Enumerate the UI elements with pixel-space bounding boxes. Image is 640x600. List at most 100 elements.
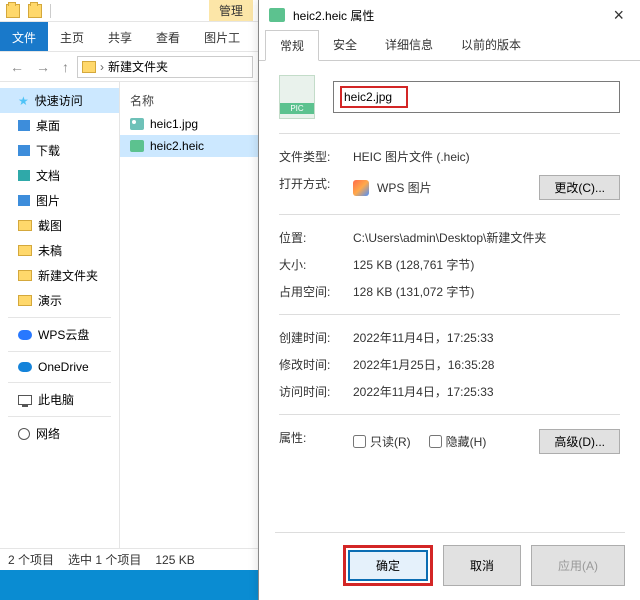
dialog-buttons: 确定 取消 应用(A)	[275, 532, 625, 586]
separator	[279, 214, 620, 215]
close-icon[interactable]: ×	[607, 5, 630, 26]
apply-button[interactable]: 应用(A)	[531, 545, 625, 586]
value: 2022年11月4日，17:25:33	[353, 383, 620, 400]
computer-icon	[18, 395, 32, 405]
advanced-button[interactable]: 高级(D)...	[539, 429, 620, 454]
breadcrumb-text: 新建文件夹	[108, 58, 168, 75]
sidebar-wpscloud[interactable]: WPS云盘	[0, 322, 119, 347]
ribbon-file[interactable]: 文件	[0, 22, 48, 51]
sidebar-label: 图片	[36, 192, 60, 209]
value: 2022年11月4日，17:25:33	[353, 329, 620, 346]
sidebar-screenshots[interactable]: 截图	[0, 213, 119, 238]
network-icon	[18, 428, 30, 440]
sidebar-newfolder[interactable]: 新建文件夹	[0, 263, 119, 288]
tab-general[interactable]: 常规	[265, 30, 319, 61]
sidebar-label: WPS云盘	[38, 326, 89, 343]
manage-tab[interactable]: 管理	[209, 0, 253, 21]
sidebar-downloads[interactable]: 下载	[0, 138, 119, 163]
sidebar-demo[interactable]: 演示	[0, 288, 119, 313]
separator	[8, 351, 111, 352]
label: 访问时间:	[279, 383, 353, 400]
dialog-titlebar: heic2.heic 属性 ×	[259, 0, 640, 30]
properties-dialog: heic2.heic 属性 × 常规 安全 详细信息 以前的版本 文件类型:HE…	[258, 0, 640, 600]
sidebar-documents[interactable]: 文档	[0, 163, 119, 188]
nav-fwd-icon[interactable]: →	[32, 59, 54, 75]
image-icon	[130, 118, 144, 130]
sidebar-thispc[interactable]: 此电脑	[0, 387, 119, 412]
label: 属性:	[279, 429, 353, 454]
breadcrumb[interactable]: › 新建文件夹	[77, 56, 253, 78]
readonly-checkbox[interactable]: 只读(R)	[353, 433, 411, 450]
sidebar-quick-access[interactable]: ★快速访问	[0, 88, 119, 113]
chk-label: 只读(R)	[370, 433, 411, 450]
status-count: 2 个项目	[8, 551, 54, 568]
ribbon: 文件 主页 共享 查看 图片工	[0, 22, 259, 52]
sidebar-onedrive[interactable]: OneDrive	[0, 356, 119, 378]
sidebar-label: 文档	[36, 167, 60, 184]
ribbon-view[interactable]: 查看	[144, 22, 192, 51]
status-selected: 选中 1 个项目	[68, 551, 141, 568]
folder-icon	[18, 220, 32, 231]
kv-modified: 修改时间:2022年1月25日，16:35:28	[279, 356, 620, 373]
folder-icon	[6, 4, 20, 18]
checkbox-input[interactable]	[429, 435, 442, 448]
value: 2022年1月25日，16:35:28	[353, 356, 620, 373]
tab-previous[interactable]: 以前的版本	[447, 30, 535, 60]
sidebar-drafts[interactable]: 未稿	[0, 238, 119, 263]
change-button[interactable]: 更改(C)...	[539, 175, 620, 200]
file-name: heic1.jpg	[150, 117, 198, 131]
value: HEIC 图片文件 (.heic)	[353, 148, 620, 165]
status-size: 125 KB	[155, 553, 194, 567]
heic-icon	[130, 140, 144, 152]
sidebar-label: 快速访问	[35, 92, 83, 109]
value: C:\Users\admin\Desktop\新建文件夹	[353, 229, 620, 246]
cloud-icon	[18, 362, 32, 372]
file-icon	[269, 8, 285, 22]
cloud-icon	[18, 330, 32, 340]
ok-button[interactable]: 确定	[348, 550, 428, 581]
explorer-window: 管理 文件 主页 共享 查看 图片工 ← → ↑ › 新建文件夹 ★快速访问 桌…	[0, 0, 260, 600]
nav-up-icon[interactable]: ↑	[58, 59, 73, 75]
file-row[interactable]: heic2.heic	[120, 135, 259, 157]
kv-accessed: 访问时间:2022年11月4日，17:25:33	[279, 383, 620, 400]
sidebar-label: 桌面	[36, 117, 60, 134]
tab-details[interactable]: 详细信息	[371, 30, 447, 60]
sidebar-desktop[interactable]: 桌面	[0, 113, 119, 138]
cancel-button[interactable]: 取消	[443, 545, 521, 586]
ribbon-pictools[interactable]: 图片工	[192, 22, 252, 51]
highlight-box	[340, 86, 408, 108]
sidebar-pictures[interactable]: 图片	[0, 188, 119, 213]
file-row[interactable]: heic1.jpg	[120, 113, 259, 135]
status-bar: 2 个项目 选中 1 个项目 125 KB	[0, 548, 260, 570]
sidebar-label: 未稿	[38, 242, 62, 259]
label: 打开方式:	[279, 175, 353, 200]
ribbon-share[interactable]: 共享	[96, 22, 144, 51]
kv-sizedisk: 占用空间:128 KB (131,072 字节)	[279, 283, 620, 300]
app-name: WPS 图片	[377, 179, 432, 196]
highlight-box: 确定	[343, 545, 433, 586]
separator	[279, 133, 620, 134]
tab-strip: 常规 安全 详细信息 以前的版本	[259, 30, 640, 61]
ribbon-home[interactable]: 主页	[48, 22, 96, 51]
folder-icon	[28, 4, 42, 18]
kv-created: 创建时间:2022年11月4日，17:25:33	[279, 329, 620, 346]
column-header-name[interactable]: 名称	[120, 88, 259, 113]
file-name: heic2.heic	[150, 139, 204, 153]
filename-row	[279, 75, 620, 119]
kv-type: 文件类型:HEIC 图片文件 (.heic)	[279, 148, 620, 165]
desktop-icon	[18, 120, 30, 131]
folder-icon	[18, 295, 32, 306]
folder-icon	[18, 270, 32, 281]
filename-input[interactable]	[344, 90, 404, 104]
sidebar-network[interactable]: 网络	[0, 421, 119, 446]
file-big-icon	[279, 75, 315, 119]
separator	[279, 414, 620, 415]
explorer-body: ★快速访问 桌面 下载 文档 图片 截图 未稿 新建文件夹 演示 WPS云盘 O…	[0, 82, 259, 552]
value: 125 KB (128,761 字节)	[353, 256, 620, 273]
value: 128 KB (131,072 字节)	[353, 283, 620, 300]
tab-security[interactable]: 安全	[319, 30, 371, 60]
download-icon	[18, 145, 30, 156]
nav-back-icon[interactable]: ←	[6, 59, 28, 75]
hidden-checkbox[interactable]: 隐藏(H)	[429, 433, 487, 450]
checkbox-input[interactable]	[353, 435, 366, 448]
